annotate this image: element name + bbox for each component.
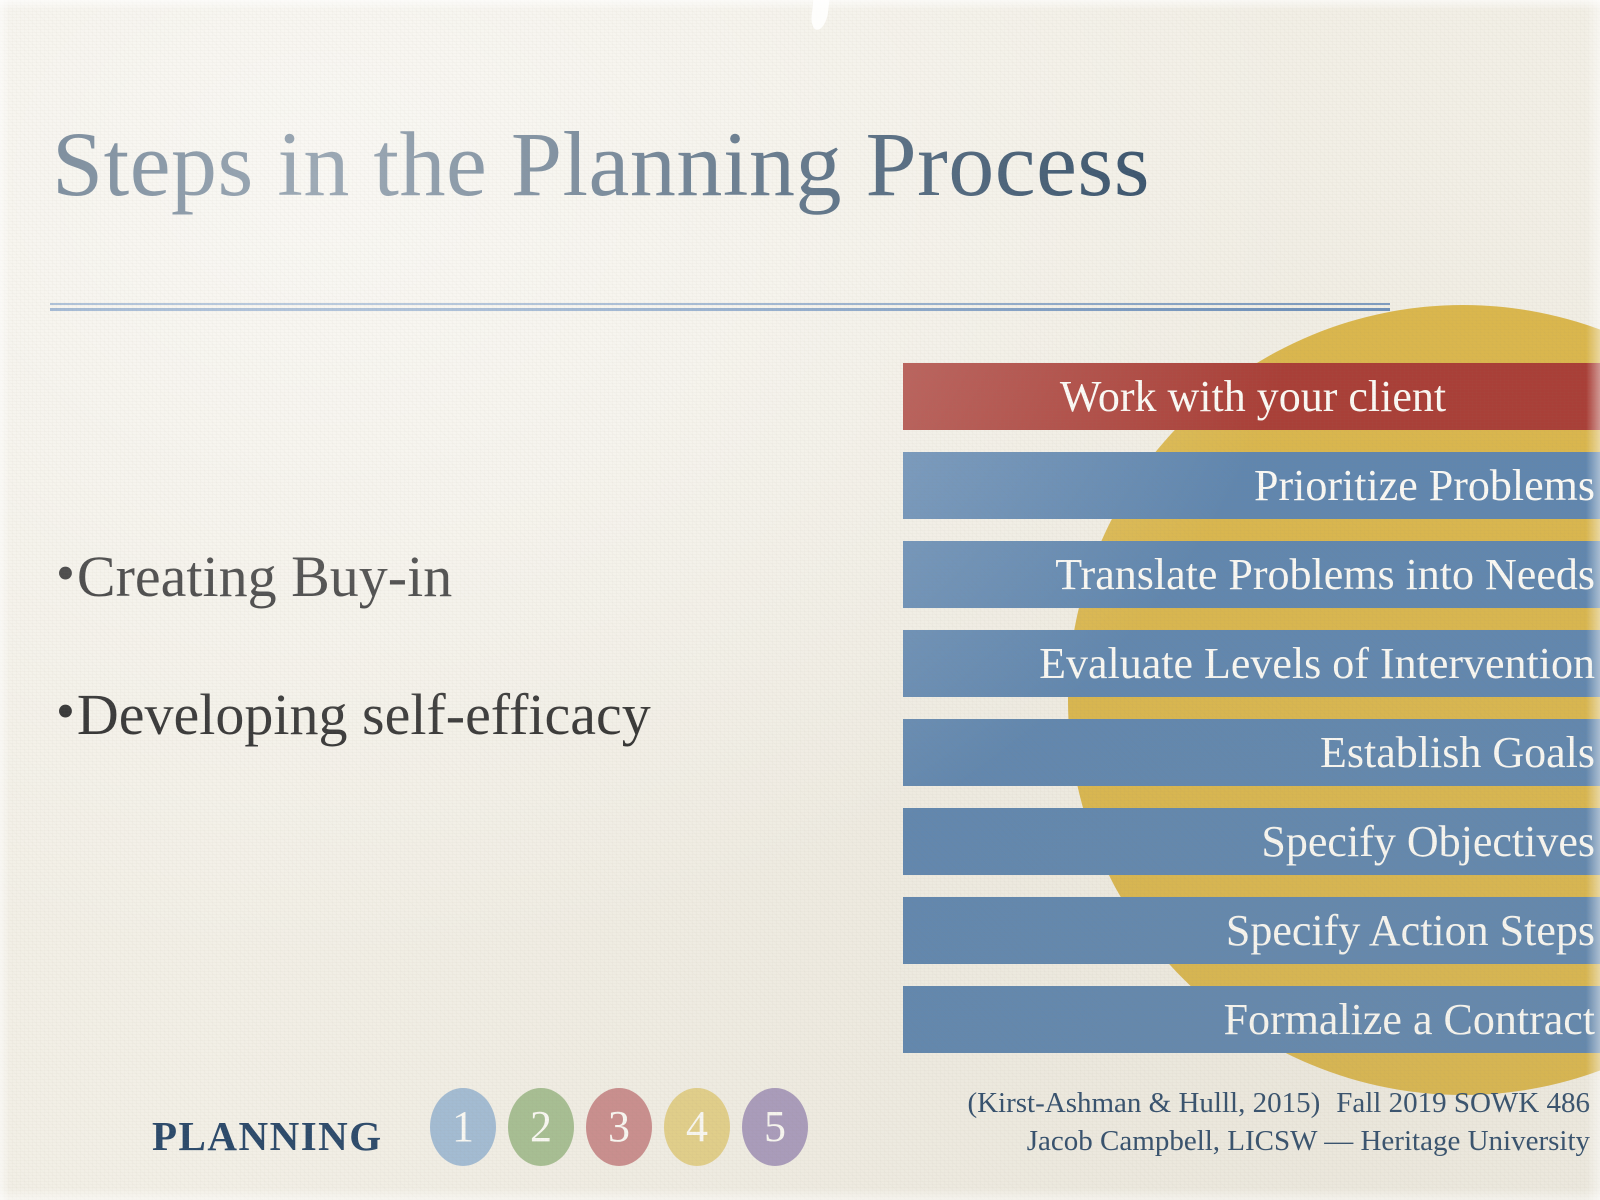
step-dot-number: 2 xyxy=(530,1102,552,1151)
step-label: Evaluate Levels of Intervention xyxy=(1039,638,1595,688)
step-bar-4: Evaluate Levels of Intervention xyxy=(903,630,1600,697)
step-dot-number: 4 xyxy=(686,1102,708,1151)
step-label: Specify Objectives xyxy=(1261,816,1595,866)
paper-edge-left xyxy=(0,0,10,1200)
slide: Steps in the Planning Process • Creating… xyxy=(0,0,1600,1200)
step-bar-6: Specify Objectives xyxy=(903,808,1600,875)
divider-line-bottom xyxy=(50,308,1390,311)
slide-footer: PLANNING 1 2 3 4 5 (Kirst-Ashman & Hulll… xyxy=(0,1070,1600,1200)
list-item: • Developing self-efficacy xyxy=(56,680,836,747)
step-label: Specify Action Steps xyxy=(1225,905,1595,955)
step-dot-number: 5 xyxy=(764,1102,786,1151)
step-indicator-dots: 1 2 3 4 5 xyxy=(430,1088,808,1166)
step-dot-number: 1 xyxy=(452,1102,474,1151)
step-label: Translate Problems into Needs xyxy=(1055,549,1595,599)
step-bar-2: Prioritize Problems xyxy=(903,452,1600,519)
presenter-label: Jacob Campbell, LICSW — Heritage Univers… xyxy=(1026,1125,1590,1158)
steps-diagram: Work with your client Prioritize Problem… xyxy=(903,363,1600,1075)
bullet-marker-icon: • xyxy=(56,680,75,741)
bullet-text: Creating Buy-in xyxy=(76,544,453,609)
divider-line-top xyxy=(50,303,1390,305)
title-divider xyxy=(50,303,1390,313)
footer-section-label: PLANNING xyxy=(152,1113,383,1159)
credit-line-primary: (Kirst-Ashman & Hulll, 2015) Fall 2019 SO… xyxy=(967,1084,1590,1122)
step-dot-4: 4 xyxy=(664,1088,730,1166)
step-bar-5: Establish Goals xyxy=(903,719,1600,786)
bullet-marker-icon: • xyxy=(56,543,75,603)
footer-credits: (Kirst-Ashman & Hulll, 2015) Fall 2019 SO… xyxy=(967,1084,1590,1161)
paper-edge-top xyxy=(0,0,1600,10)
step-dot-number: 3 xyxy=(608,1102,630,1151)
step-label: Work with your client xyxy=(1059,371,1447,421)
bullet-text: Developing self-efficacy xyxy=(76,681,651,747)
paper-tear-nick xyxy=(810,0,830,31)
list-item: • Creating Buy-in xyxy=(56,545,836,609)
step-dot-3: 3 xyxy=(586,1088,652,1166)
step-bar-7: Specify Action Steps xyxy=(903,897,1600,964)
step-label: Establish Goals xyxy=(1320,727,1595,777)
step-label: Formalize a Contract xyxy=(1223,994,1595,1044)
step-dot-2: 2 xyxy=(508,1088,574,1166)
course-label: Fall 2019 SOWK 486 xyxy=(1336,1087,1590,1119)
step-dot-1: 1 xyxy=(430,1088,496,1166)
step-bar-1: Work with your client xyxy=(903,363,1600,430)
step-label: Prioritize Problems xyxy=(1254,460,1595,510)
step-bar-8: Formalize a Contract xyxy=(903,986,1600,1053)
source-citation: (Kirst-Ashman & Hulll, 2015) xyxy=(967,1087,1321,1119)
step-dot-5: 5 xyxy=(742,1088,808,1166)
step-bar-3: Translate Problems into Needs xyxy=(903,541,1600,608)
bullet-list: • Creating Buy-in • Developing self-effi… xyxy=(56,545,836,821)
page-title: Steps in the Planning Process xyxy=(52,113,1151,215)
